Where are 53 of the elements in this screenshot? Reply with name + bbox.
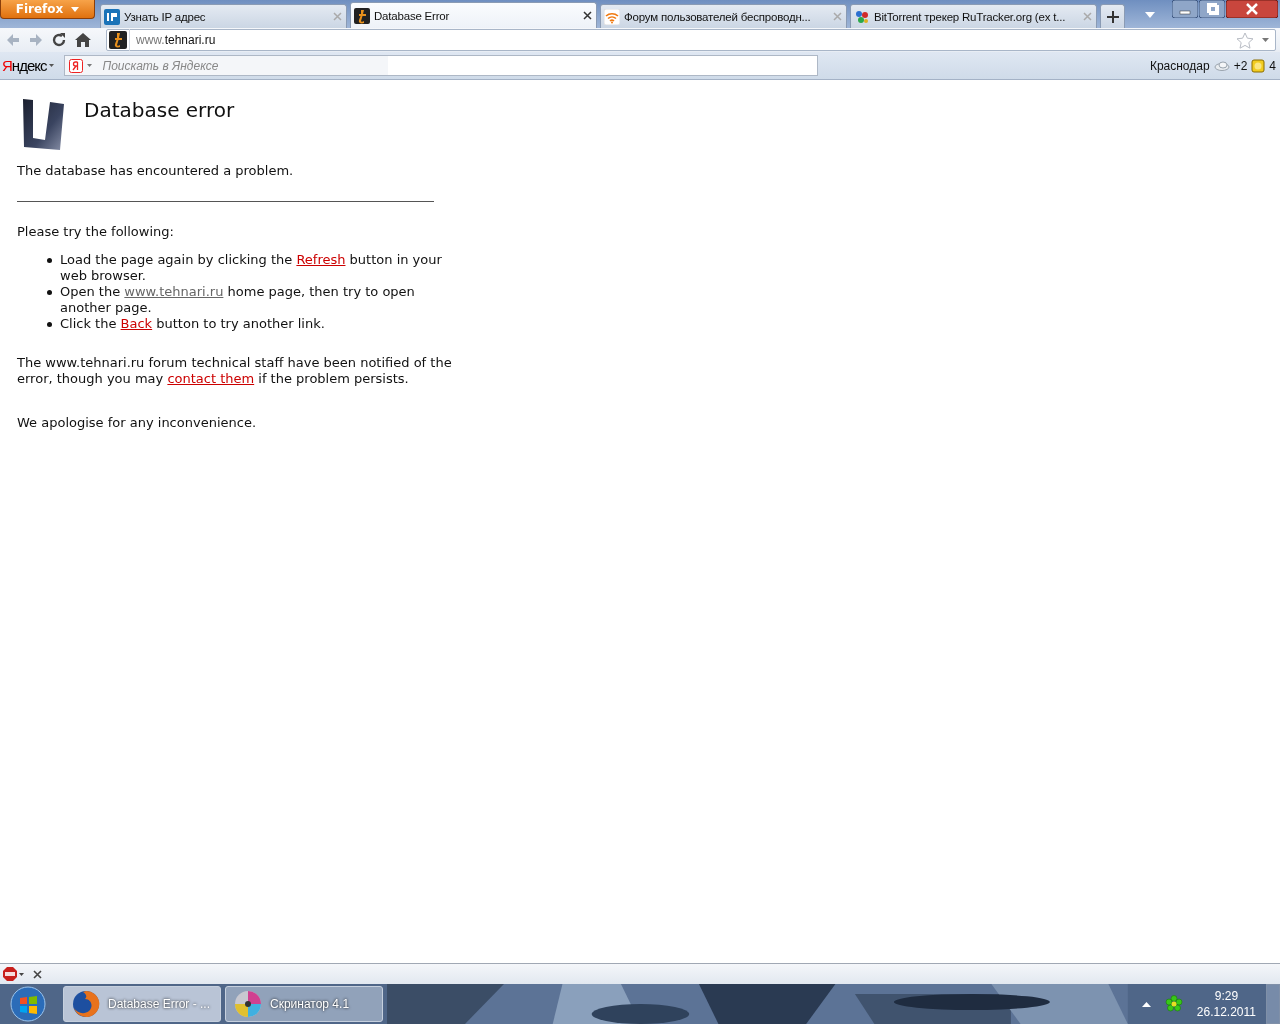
minimize-button[interactable]	[1172, 0, 1198, 18]
yandex-menu-button[interactable]: Яндекс	[2, 57, 55, 74]
plus-icon	[1106, 10, 1119, 23]
dropdown-icon[interactable]	[1262, 38, 1269, 42]
bullet-icon	[47, 258, 52, 263]
caret-icon	[49, 64, 55, 67]
city-label[interactable]: Краснодар	[1149, 58, 1210, 73]
browser-tab[interactable]: Database Error	[350, 2, 597, 28]
link[interactable]: Back	[120, 316, 153, 331]
site-icon	[854, 8, 870, 25]
close-button[interactable]	[1226, 0, 1278, 18]
suggestion-text: Open the www.tehnari.ru home page, then try to open another page.	[60, 284, 416, 316]
url-text: www.tehnari.ru	[136, 33, 217, 47]
bullet-icon	[47, 290, 52, 295]
suggestion-text: Load the page again by clicking the Refresh button in your web browser.	[60, 252, 443, 284]
star-icon[interactable]	[1236, 31, 1254, 49]
adblock-icon[interactable]	[3, 967, 25, 981]
close-icon[interactable]	[33, 969, 42, 979]
link[interactable]: www.tehnari.ru	[124, 284, 224, 299]
flower-icon[interactable]	[1164, 995, 1183, 1013]
browser-tab[interactable]: Узнать IP адрес	[100, 4, 347, 28]
app-icon	[234, 990, 262, 1018]
link[interactable]: contact them	[167, 371, 255, 386]
mail-icon[interactable]	[1251, 58, 1266, 73]
bullet-icon	[47, 322, 52, 327]
notice-text: The www.tehnari.ru forum technical staff have been notified of the error, though you may contact them if the problem persists.	[17, 355, 453, 387]
site-icon	[104, 8, 120, 25]
tray-arrow-icon[interactable]	[1141, 1001, 1151, 1007]
error-message: The database has encountered a problem.	[17, 163, 295, 179]
instructions-label: Please try the following:	[17, 224, 175, 240]
site-icon	[107, 29, 130, 51]
browser-tab[interactable]: BitTorrent трекер RuTracker.org (ex t...	[850, 4, 1097, 28]
temperature-label[interactable]: +2	[1233, 58, 1248, 73]
apology-text: We apologise for any inconvenience.	[17, 415, 257, 431]
suggestion-text: Click the Back button to try another link.	[60, 316, 326, 332]
new-tab-button[interactable]	[1100, 4, 1125, 28]
close-icon[interactable]	[583, 11, 592, 20]
tab-list-icon[interactable]	[1145, 12, 1155, 18]
cloud-icon	[1213, 60, 1230, 71]
browser-tab[interactable]: Форум пользователей беспроводн...	[600, 4, 847, 28]
link[interactable]: Refresh	[296, 252, 346, 267]
mail-count[interactable]: 4	[1269, 58, 1276, 73]
clock[interactable]: 9:29 26.12.2011	[1196, 988, 1256, 1020]
address-field[interactable]: www.tehnari.ru	[106, 29, 1276, 51]
reload-icon[interactable]	[52, 33, 66, 47]
site-icon	[604, 8, 620, 25]
home-icon[interactable]	[75, 33, 91, 47]
caret-icon	[71, 6, 80, 12]
error-heading: Database error	[84, 98, 235, 122]
site-icon	[354, 7, 370, 24]
app-icon	[72, 990, 100, 1018]
maximize-button[interactable]	[1199, 0, 1225, 18]
start-button[interactable]	[10, 986, 46, 1022]
